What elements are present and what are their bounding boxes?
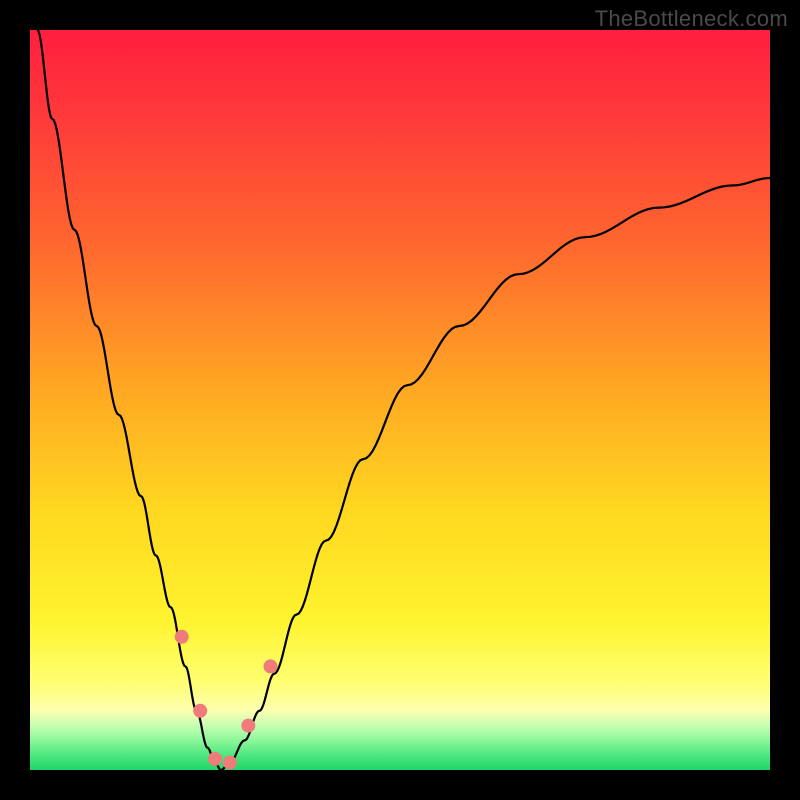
watermark-text: TheBottleneck.com — [595, 6, 788, 32]
marker-dot — [175, 630, 189, 644]
marker-capsule — [275, 632, 282, 649]
bottleneck-curve — [37, 30, 770, 770]
curve-left — [37, 30, 221, 770]
chart-frame: TheBottleneck.com — [0, 0, 800, 800]
marker-dot — [223, 756, 237, 770]
marker-dot — [193, 704, 207, 718]
marker-dot — [241, 719, 255, 733]
curve-right — [221, 178, 770, 770]
marker-group — [172, 606, 282, 770]
curve-svg — [30, 30, 770, 770]
marker-dot — [208, 752, 222, 766]
marker-dot — [264, 659, 278, 673]
plot-area — [30, 30, 770, 770]
